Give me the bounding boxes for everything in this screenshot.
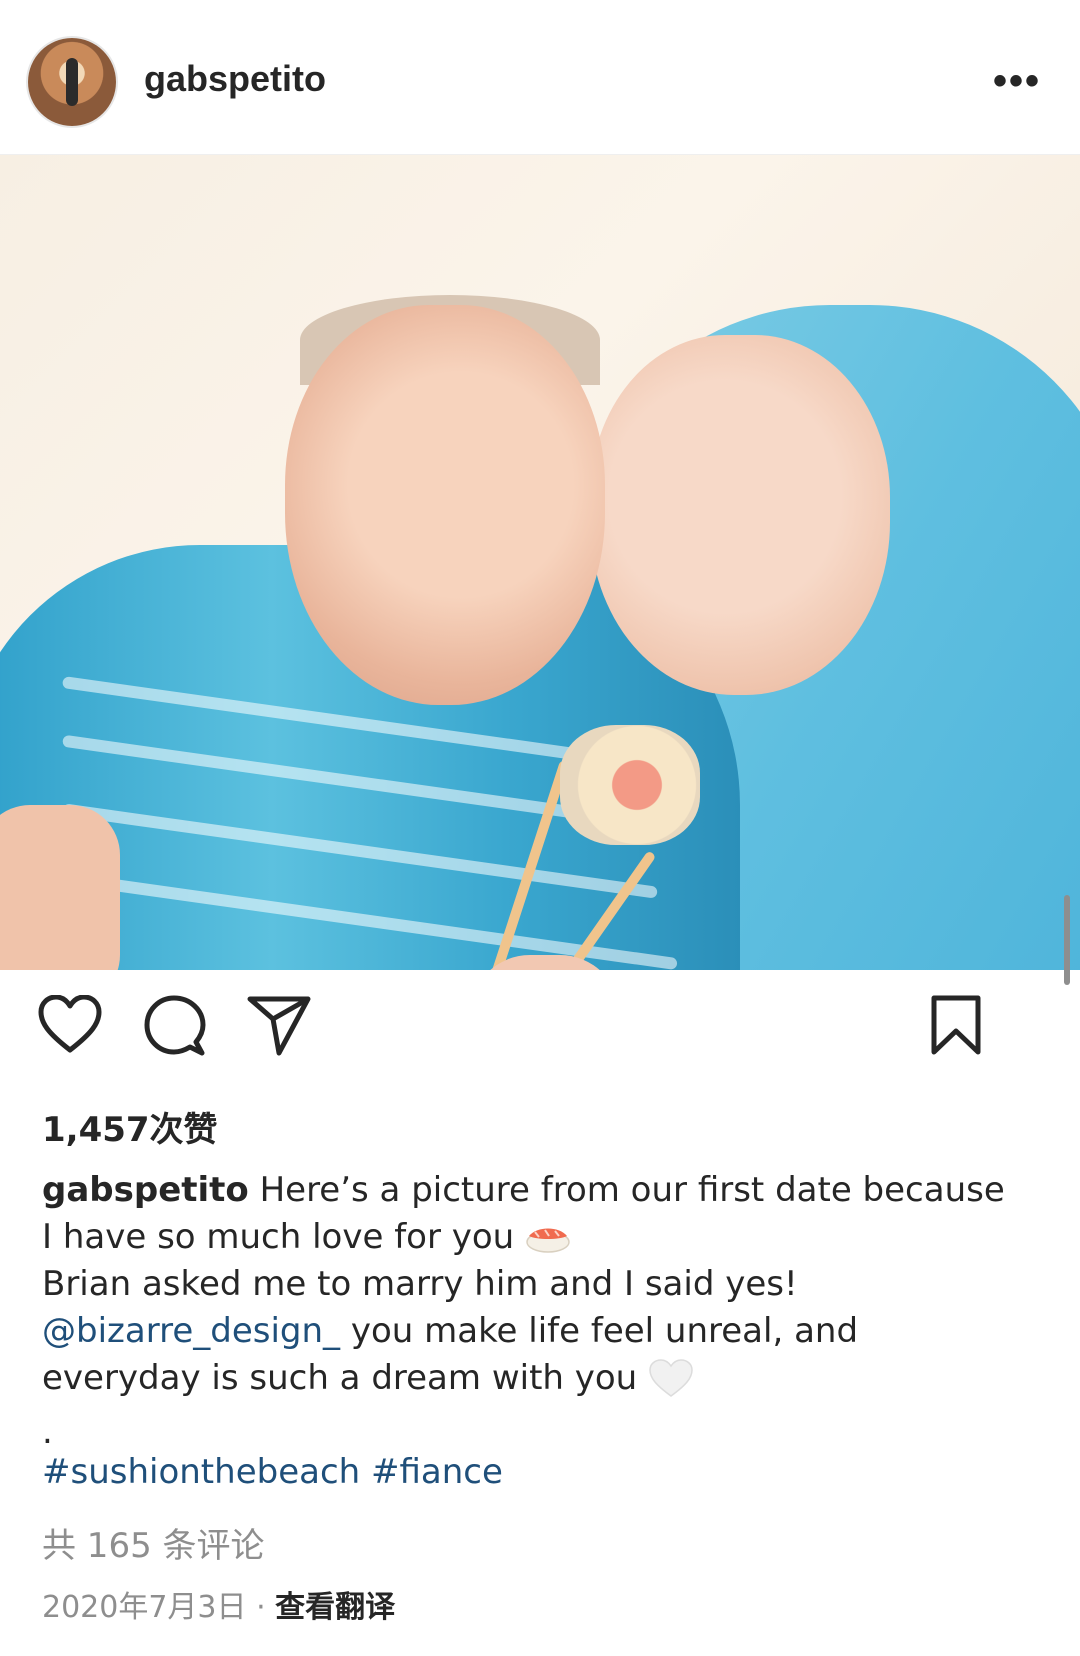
caption-text: you make life feel unreal, and bbox=[340, 1311, 859, 1351]
caption-line: everyday is such a dream with you bbox=[42, 1355, 1042, 1402]
caption-line: gabspetito Here’s a picture from our fir… bbox=[42, 1167, 1042, 1214]
caption-line: I have so much love for you bbox=[42, 1214, 1042, 1261]
caption-line: Brian asked me to marry him and I said y… bbox=[42, 1261, 1042, 1308]
avatar[interactable] bbox=[28, 38, 116, 126]
post-username[interactable]: gabspetito bbox=[144, 58, 326, 100]
sushi-emoji-icon bbox=[526, 1228, 570, 1253]
mention-link[interactable]: @bizarre_design_ bbox=[42, 1311, 340, 1351]
comment-icon[interactable] bbox=[144, 995, 206, 1057]
post-header: gabspetito ••• bbox=[0, 0, 1080, 155]
caption-text: I have so much love for you bbox=[42, 1217, 526, 1257]
post-photo[interactable] bbox=[0, 155, 1080, 970]
photo-face-left bbox=[285, 305, 605, 705]
caption-text: Here’s a picture from our first date bec… bbox=[248, 1170, 1005, 1210]
caption-text: Brian asked me to marry him and I said y… bbox=[42, 1264, 798, 1304]
hashtag-link[interactable]: #sushionthebeach bbox=[42, 1452, 360, 1492]
caption-text: everyday is such a dream with you bbox=[42, 1358, 649, 1398]
bookmark-icon[interactable] bbox=[930, 995, 982, 1055]
avatar-figure bbox=[66, 58, 78, 106]
send-icon[interactable] bbox=[247, 995, 311, 1057]
photo-face-right bbox=[590, 335, 890, 695]
action-bar bbox=[0, 995, 1080, 1065]
photo-hand-left bbox=[0, 805, 120, 970]
caption-line: . bbox=[42, 1402, 1042, 1452]
hashtag-link[interactable]: #fiance bbox=[371, 1452, 503, 1492]
white-heart-emoji-icon bbox=[649, 1359, 693, 1397]
post-meta: 2020年7月3日 · 查看翻译 bbox=[42, 1582, 395, 1626]
scrollbar[interactable] bbox=[1064, 895, 1070, 985]
see-translation-link[interactable]: 查看翻译 bbox=[275, 1590, 395, 1625]
heart-icon[interactable] bbox=[38, 995, 102, 1055]
view-comments-link[interactable]: 共 165 条评论 bbox=[42, 1518, 265, 1567]
caption-line: @bizarre_design_ you make life feel unre… bbox=[42, 1308, 1042, 1355]
post-date: 2020年7月3日 bbox=[42, 1590, 247, 1625]
meta-separator: · bbox=[246, 1590, 276, 1625]
post-caption: gabspetito Here’s a picture from our fir… bbox=[42, 1167, 1042, 1496]
caption-line: #sushionthebeach #fiance bbox=[42, 1449, 1042, 1496]
photo-sushi bbox=[560, 725, 700, 845]
caption-dot: . bbox=[42, 1412, 53, 1452]
more-horizontal-icon[interactable]: ••• bbox=[993, 61, 1041, 101]
likes-count[interactable]: 1,457次赞 bbox=[42, 1102, 218, 1151]
caption-username[interactable]: gabspetito bbox=[42, 1170, 249, 1210]
